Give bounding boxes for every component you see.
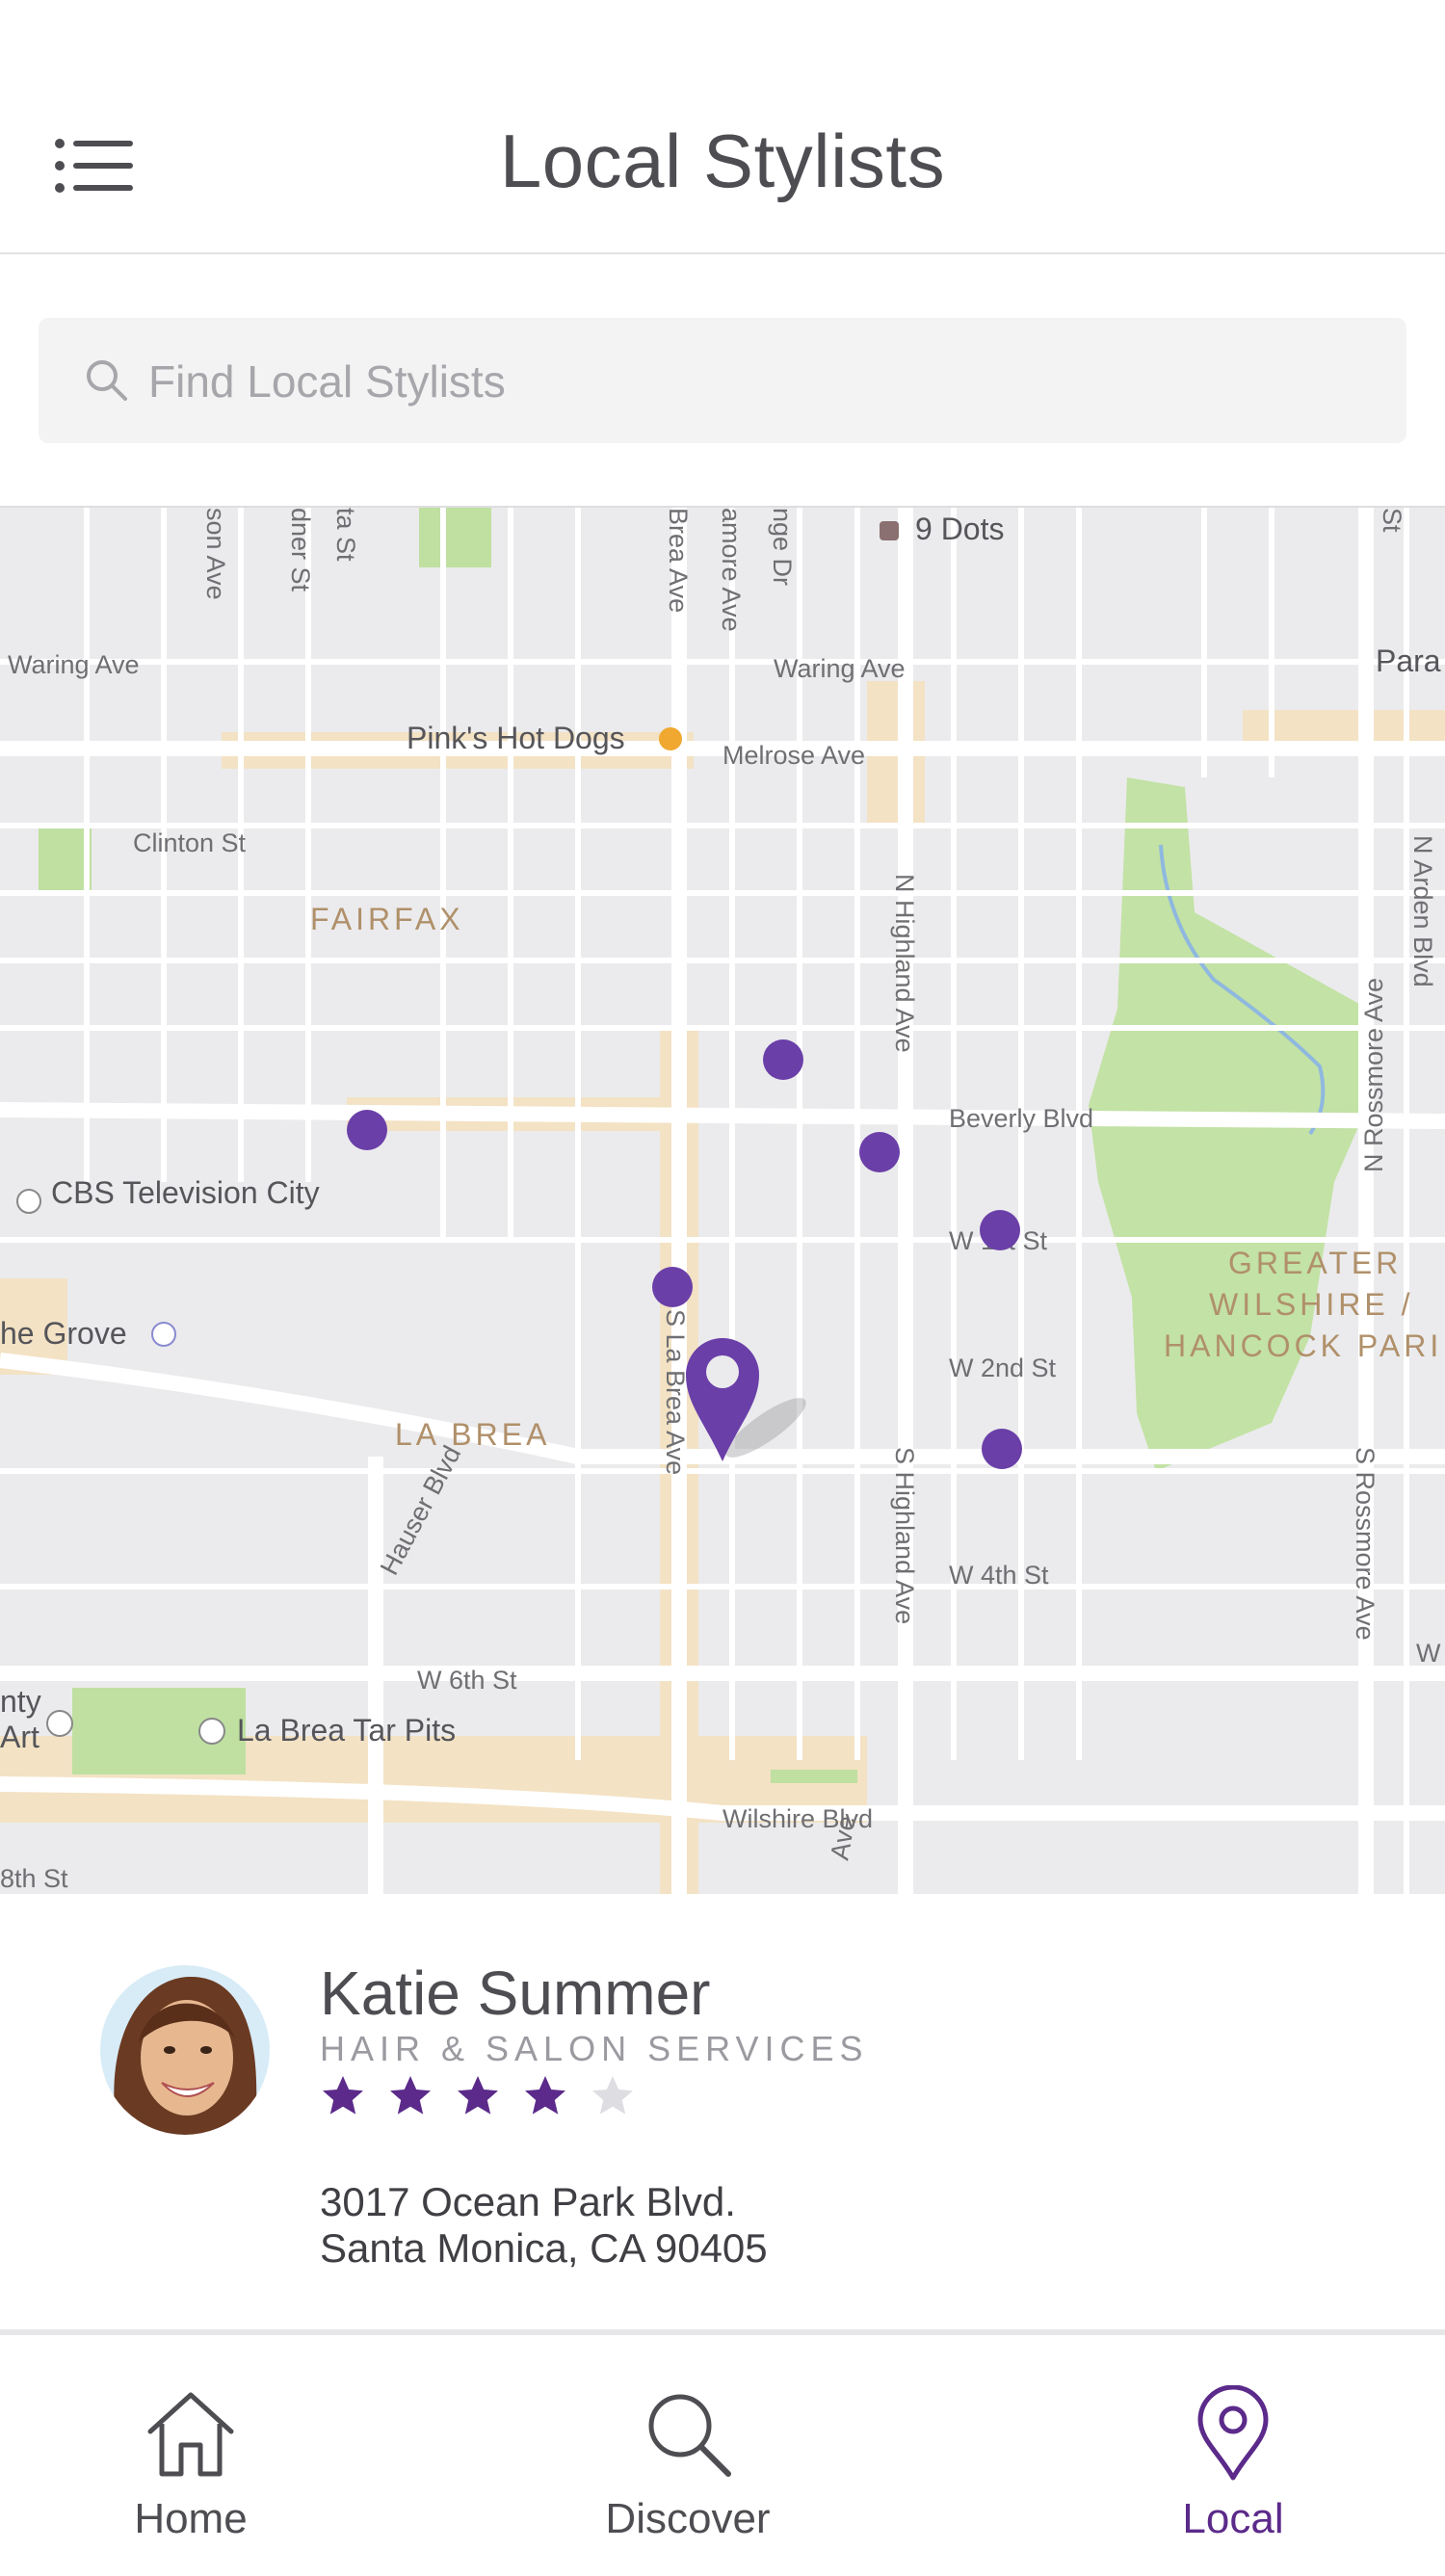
stylist-map-dot[interactable] [652, 1267, 693, 1307]
search-icon [648, 2394, 731, 2477]
street-label: 8th St [0, 1864, 68, 1893]
poi-label: La Brea Tar Pits [237, 1713, 456, 1748]
street-label: son Ave [201, 508, 230, 600]
poi-label: Pink's Hot Dogs [407, 721, 625, 755]
stylist-name[interactable]: Katie Summer [320, 1958, 710, 2029]
page-title: Local Stylists [499, 118, 946, 203]
star-empty-icon [592, 2076, 633, 2115]
bottom-nav: Home Discover Local [0, 2329, 1445, 2576]
area-label: LA BREA [395, 1417, 550, 1452]
poi-label: he Grove [0, 1316, 127, 1351]
star-rating [320, 2073, 636, 2141]
nav-item-home[interactable]: Home [46, 2335, 335, 2570]
museum-icon [198, 1718, 225, 1745]
stylist-map-dot[interactable] [982, 1429, 1022, 1469]
street-label: nge Dr [768, 508, 797, 586]
search-input[interactable] [146, 318, 1383, 445]
street-label: S La Brea Ave [661, 1309, 690, 1475]
stylist-map-dot[interactable] [859, 1132, 900, 1172]
street-label: W 4th St [949, 1561, 1049, 1590]
area-label: WILSHIRE / [1209, 1287, 1413, 1322]
poi-label: 9 Dots [915, 512, 1004, 546]
area-label: FAIRFAX [310, 902, 464, 936]
poi-marker-icon [16, 1189, 41, 1214]
street-label: S Rossmore Ave [1351, 1447, 1379, 1641]
nav-item-local[interactable]: Local [1089, 2335, 1378, 2570]
star-filled-icon [323, 2076, 363, 2115]
star-filled-icon [458, 2076, 498, 2115]
address-line-1: 3017 Ocean Park Blvd. [320, 2179, 736, 2224]
street-label: ta St [331, 508, 360, 562]
street-label: N Highland Ave [890, 874, 919, 1053]
location-pin-icon [1197, 2385, 1269, 2481]
poi-label: CBS Television City [51, 1175, 320, 1210]
street-label: Waring Ave [8, 650, 140, 679]
search-icon [87, 360, 127, 401]
poi-label: Art [0, 1720, 39, 1754]
poi-marker-icon [880, 521, 899, 540]
stylist-category: HAIR & SALON SERVICES [320, 2029, 869, 2068]
home-icon [147, 2392, 234, 2477]
street-label: Brea Ave [664, 508, 693, 613]
street-label: dner St [286, 508, 315, 592]
shopping-icon [151, 1322, 176, 1347]
avatar[interactable] [100, 1965, 270, 2135]
nav-label-home: Home [134, 2495, 248, 2542]
app-header: Local Stylists [0, 0, 1445, 254]
street-label: Beverly Blvd [949, 1104, 1093, 1133]
area-label: HANCOCK PARI [1164, 1328, 1442, 1363]
stylist-map-dot[interactable] [763, 1039, 803, 1080]
street-label: amore Ave [717, 508, 746, 632]
nav-item-discover[interactable]: Discover [543, 2335, 832, 2570]
map-view[interactable]: Waring Ave Waring Ave Melrose Ave Clinto… [0, 506, 1445, 1895]
star-filled-icon [525, 2076, 565, 2115]
stylist-map-dot[interactable] [980, 1210, 1020, 1250]
museum-icon [46, 1710, 73, 1737]
poi-label: nty [0, 1684, 41, 1719]
nav-label-local: Local [1182, 2495, 1284, 2542]
poi-label: Para [1376, 644, 1441, 678]
star-filled-icon [390, 2076, 431, 2115]
nav-label-discover: Discover [605, 2495, 771, 2542]
street-label: W 2nd St [949, 1354, 1057, 1382]
address-line-2: Santa Monica, CA 90405 [320, 2225, 768, 2271]
stylist-map-dot[interactable] [347, 1110, 387, 1150]
street-label: Clinton St [133, 828, 247, 857]
street-label: St [1378, 508, 1406, 533]
area-label: GREATER [1228, 1246, 1402, 1280]
street-label: Waring Ave [774, 654, 906, 683]
street-label: S Highland Ave [890, 1447, 919, 1624]
restaurant-icon [659, 727, 682, 750]
search-bar[interactable] [39, 318, 1406, 445]
street-label: W [1416, 1639, 1441, 1668]
street-label: W 6th St [417, 1666, 517, 1695]
street-label: Melrose Ave [722, 741, 865, 770]
street-label: N Arden Blvd [1408, 835, 1437, 987]
street-label: N Rossmore Ave [1359, 978, 1388, 1172]
